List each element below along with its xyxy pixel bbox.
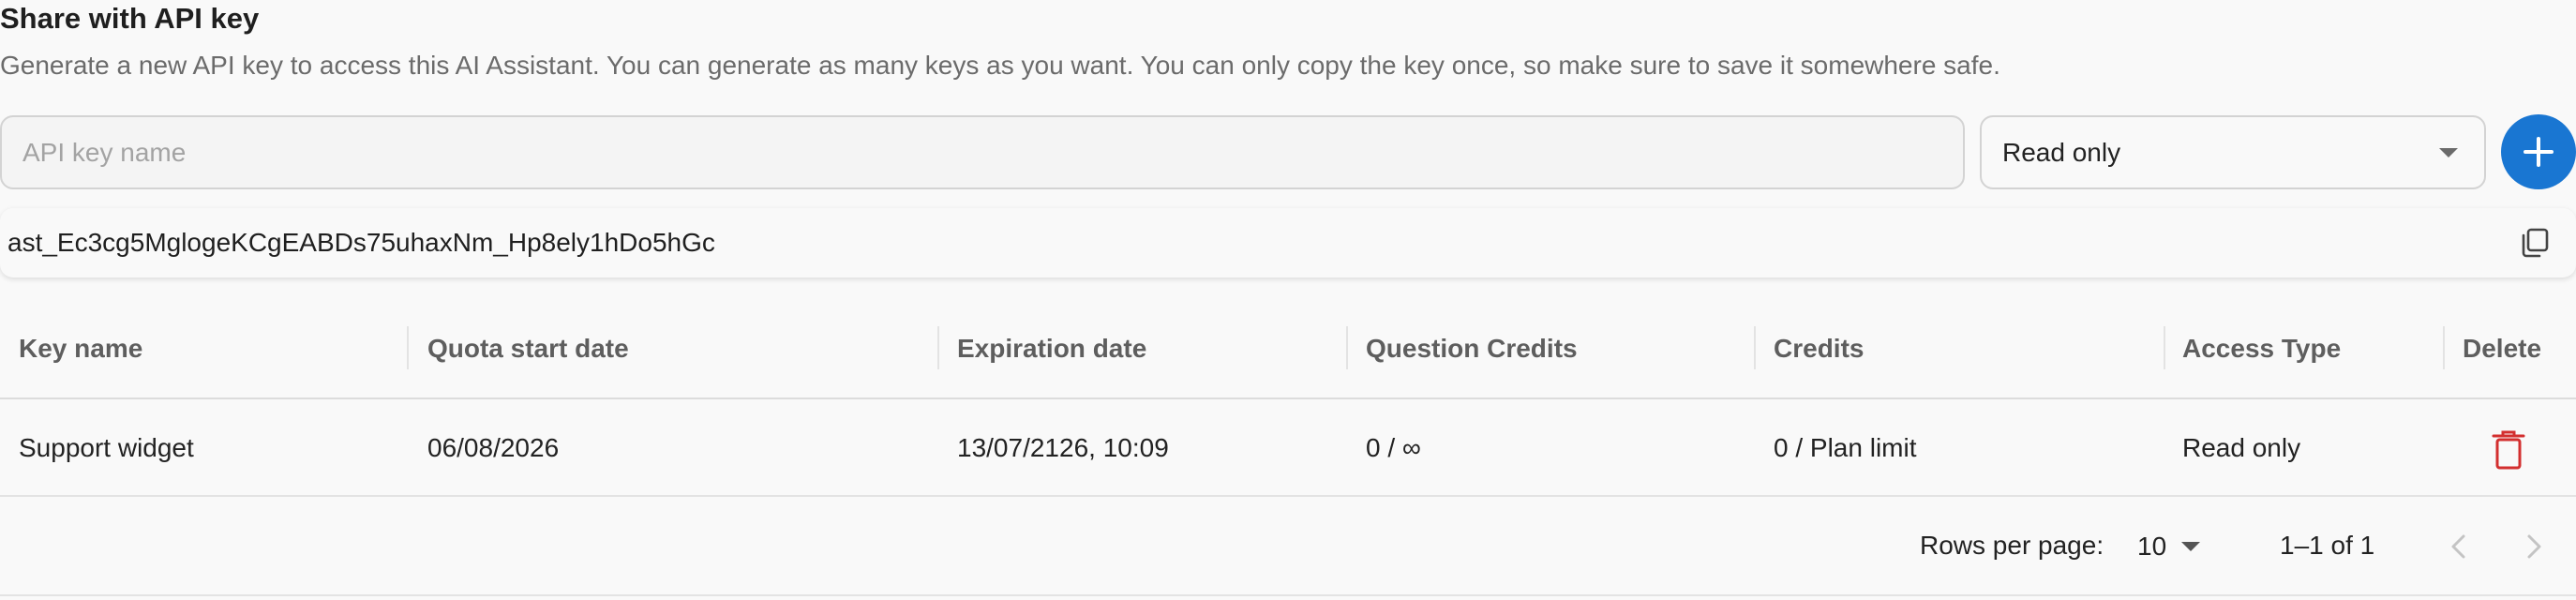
cell-expiration-date: 13/07/2126, 10:09 — [957, 433, 1169, 462]
column-expiration-date[interactable]: Expiration date — [957, 298, 1146, 399]
cell-quota-start-date: 06/08/2026 — [427, 433, 560, 462]
table-row: Support widget 06/08/2026 13/07/2126, 10… — [0, 399, 2576, 497]
access-type-select[interactable]: Read only — [1980, 115, 2486, 189]
section-description: Generate a new API key to access this AI… — [0, 51, 2000, 80]
table-pagination: Rows per page: 10 1–1 of 1 — [0, 497, 2576, 596]
column-separator — [937, 326, 939, 369]
dropdown-arrow-icon — [2439, 147, 2458, 158]
dropdown-arrow-icon — [2181, 542, 2201, 551]
add-key-button[interactable] — [2501, 114, 2576, 189]
next-page-button[interactable] — [2510, 523, 2557, 570]
api-key-panel: Share with API key Generate a new API ke… — [0, 0, 2576, 600]
column-separator — [407, 326, 409, 369]
previous-page-button[interactable] — [2435, 523, 2482, 570]
column-quota-start-date[interactable]: Quota start date — [427, 298, 629, 399]
column-question-credits[interactable]: Question Credits — [1366, 298, 1578, 399]
column-separator — [1346, 326, 1348, 369]
chevron-left-icon — [2451, 534, 2465, 559]
chevron-right-icon — [2527, 534, 2541, 559]
cell-question-credits: 0 / ∞ — [1366, 433, 1421, 462]
rows-per-page-value: 10 — [2137, 532, 2167, 561]
rows-per-page-label: Rows per page: — [1920, 531, 2104, 560]
column-separator — [1754, 326, 1756, 369]
cell-credits: 0 / Plan limit — [1774, 433, 1917, 462]
delete-key-button[interactable] — [2488, 429, 2529, 471]
column-key-name[interactable]: Key name — [19, 298, 142, 399]
trash-icon — [2492, 430, 2525, 470]
column-delete: Delete — [2463, 334, 2542, 363]
column-separator — [2443, 326, 2445, 369]
generated-key-value: ast_Ec3cg5MglogeKCgEABDs75uhaxNm_Hp8ely1… — [7, 228, 715, 257]
section-title: Share with API key — [0, 2, 260, 35]
copy-key-button[interactable] — [2512, 220, 2557, 265]
copy-icon — [2522, 228, 2549, 258]
plus-icon — [2524, 137, 2554, 167]
api-key-name-input[interactable] — [0, 115, 1965, 189]
table-header: Key name Quota start date Expiration dat… — [0, 298, 2576, 399]
cell-key-name: Support widget — [19, 433, 194, 462]
cell-access-type: Read only — [2182, 433, 2301, 462]
column-access-type[interactable]: Access Type — [2182, 298, 2341, 399]
rows-per-page-select[interactable]: 10 — [2137, 523, 2201, 570]
column-separator — [2164, 326, 2165, 369]
generated-key-box: ast_Ec3cg5MglogeKCgEABDs75uhaxNm_Hp8ely1… — [0, 208, 2576, 278]
column-credits[interactable]: Credits — [1774, 298, 1864, 399]
access-type-selected: Read only — [2002, 137, 2121, 167]
api-keys-table: Key name Quota start date Expiration dat… — [0, 298, 2576, 596]
pagination-range: 1–1 of 1 — [2280, 531, 2375, 560]
